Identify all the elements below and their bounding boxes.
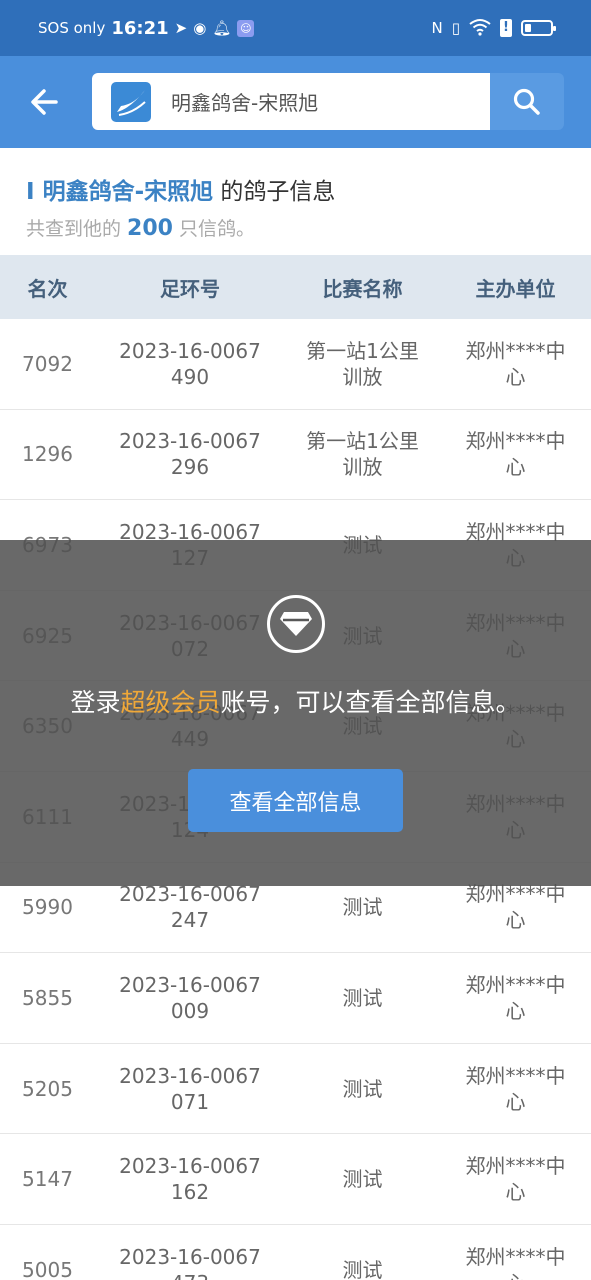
loft-name: 明鑫鸽舍-宋照旭 (42, 179, 214, 205)
org-cell: 郑州****中心 (465, 1244, 566, 1280)
battery-icon (521, 20, 556, 36)
race-cell: 第一站1公里 训放 (306, 429, 419, 480)
rank-cell: 7092 (22, 351, 73, 376)
org-cell: 郑州****中心 (465, 882, 566, 933)
rank-cell: 5205 (22, 1076, 73, 1101)
table-row[interactable]: 7092 2023-16-0067 490 第一站1公里 训放 郑州****中心 (0, 319, 591, 410)
race-cell: 测试 (342, 1257, 383, 1280)
ring-cell: 2023-16-0067 009 (119, 972, 261, 1023)
ring-cell: 2023-16-0067473 (119, 1244, 261, 1280)
pigeon-count: 200 (127, 216, 173, 241)
table-row[interactable]: 1296 2023-16-0067 296 第一站1公里 训放 郑州****中心 (0, 410, 591, 501)
search-button[interactable] (490, 73, 564, 130)
page-title: I 明鑫鸽舍-宋照旭 的鸽子信息 (26, 179, 336, 205)
search-input[interactable]: 明鑫鸽舍-宋照旭 (92, 73, 490, 130)
telegram-icon: ➤ (174, 18, 188, 37)
app-icon: ☺ (237, 19, 255, 37)
vip-prompt: 登录超级会员账号，可以查看全部信息。 (70, 688, 521, 717)
vip-overlay: 登录超级会员账号，可以查看全部信息。 查看全部信息 (0, 540, 591, 886)
vip-highlight: 超级会员 (120, 688, 221, 717)
ring-cell: 2023-16-0067 162 (119, 1154, 261, 1205)
org-cell: 郑州****中心 (465, 1063, 566, 1114)
discord-icon: ◉ (193, 18, 207, 37)
org-cell: 郑州****中心 (465, 338, 566, 389)
table-row[interactable]: 5205 2023-16-0067 071 测试 郑州****中心 (0, 1044, 591, 1135)
race-cell: 第一站1公里 训放 (306, 338, 419, 389)
ring-cell: 2023-16-0067 296 (119, 429, 261, 480)
nfc-icon: N (431, 18, 443, 37)
top-bar: 明鑫鸽舍-宋照旭 (0, 56, 591, 148)
table-row[interactable]: 5005 2023-16-0067473 测试 郑州****中心 (0, 1225, 591, 1280)
search-icon (513, 88, 540, 115)
header-org: 主办单位 (475, 276, 556, 301)
org-cell: 郑州****中心 (465, 429, 566, 480)
org-cell: 郑州****中心 (465, 1154, 566, 1205)
rank-cell: 5855 (22, 985, 73, 1010)
carrier-label: SOS only (38, 19, 106, 37)
bell-icon: 🔔︎ (212, 18, 232, 37)
ring-cell: 2023-16-0067 247 (119, 882, 261, 933)
back-arrow-icon[interactable] (26, 82, 66, 122)
result-count: 共查到他的 200 只信鸽。 (26, 216, 256, 241)
status-bar: SOS only 16:21 ➤ ◉ 🔔︎ ☺ N ▯ ! (0, 0, 591, 56)
app-logo-icon (111, 81, 151, 122)
alert-icon: ! (500, 19, 512, 37)
wifi-icon (469, 18, 491, 39)
ring-cell: 2023-16-0067 490 (119, 338, 261, 389)
ring-cell: 2023-16-0067 071 (119, 1063, 261, 1114)
race-cell: 测试 (342, 1076, 383, 1101)
race-cell: 测试 (342, 895, 383, 920)
clock: 16:21 (111, 17, 169, 39)
rank-cell: 5990 (22, 895, 73, 920)
rank-cell: 1296 (22, 442, 73, 467)
pigeon-info-summary: I 明鑫鸽舍-宋照旭 的鸽子信息 共查到他的 200 只信鸽。 (26, 172, 576, 241)
table-row[interactable]: 5855 2023-16-0067 009 测试 郑州****中心 (0, 953, 591, 1044)
search-value[interactable]: 明鑫鸽舍-宋照旭 (171, 87, 318, 116)
view-all-button[interactable]: 查看全部信息 (188, 769, 403, 832)
table-row[interactable]: 5147 2023-16-0067 162 测试 郑州****中心 (0, 1134, 591, 1225)
diamond-icon (267, 595, 325, 653)
rank-cell: 5147 (22, 1167, 73, 1192)
header-ring: 足环号 (160, 276, 220, 301)
race-cell: 测试 (342, 985, 383, 1010)
rank-cell: 5005 (22, 1257, 73, 1280)
org-cell: 郑州****中心 (465, 972, 566, 1023)
race-cell: 测试 (342, 1167, 383, 1192)
vibrate-icon: ▯ (451, 18, 460, 37)
header-race: 比赛名称 (322, 276, 403, 301)
table-header: 名次 足环号 比赛名称 主办单位 (0, 255, 591, 319)
header-rank: 名次 (27, 276, 68, 301)
